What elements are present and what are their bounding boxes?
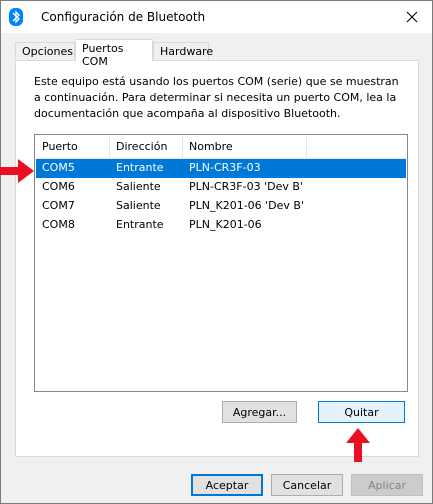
cell-nombre: PLN-CR3F-03 (189, 161, 261, 174)
com-ports-list[interactable]: Puerto Dirección Nombre COM5 Entrante PL… (34, 134, 408, 392)
cell-direccion: Saliente (116, 180, 161, 193)
arrow-up-annotation (346, 428, 370, 462)
column-header-puerto[interactable]: Puerto (42, 140, 78, 153)
cell-nombre: PLN-CR3F-03 'Dev B' (189, 180, 303, 193)
arrow-right-annotation (0, 159, 34, 183)
tab-hardware[interactable]: Hardware (153, 42, 213, 59)
close-button[interactable] (392, 1, 432, 33)
column-header-nombre[interactable]: Nombre (189, 140, 233, 153)
description-text: Este equipo está usando los puertos COM … (34, 75, 399, 120)
cell-puerto: COM6 (42, 180, 75, 193)
tab-puertos-com[interactable]: Puertos COM (75, 39, 153, 68)
cell-direccion: Entrante (116, 161, 164, 174)
cell-puerto: COM8 (42, 218, 75, 231)
cell-direccion: Saliente (116, 199, 161, 212)
ok-button[interactable]: Aceptar (191, 474, 263, 496)
tab-opciones[interactable]: Opciones (15, 42, 75, 59)
table-row[interactable]: COM7 Saliente PLN_K201-06 'Dev B' (36, 197, 406, 216)
column-divider[interactable] (306, 136, 307, 158)
cell-direccion: Entrante (116, 218, 164, 231)
cancel-button[interactable]: Cancelar (271, 474, 343, 496)
bluetooth-icon (9, 8, 23, 26)
close-icon (406, 11, 418, 23)
tab-panel: Este equipo está usando los puertos COM … (15, 60, 419, 457)
list-header: Puerto Dirección Nombre (36, 136, 406, 159)
column-header-direccion[interactable]: Dirección (116, 140, 167, 153)
table-row[interactable]: COM8 Entrante PLN_K201-06 (36, 216, 406, 235)
remove-button[interactable]: Quitar (318, 401, 405, 423)
cell-nombre: PLN_K201-06 (189, 218, 262, 231)
table-row[interactable]: COM6 Saliente PLN-CR3F-03 'Dev B' (36, 178, 406, 197)
title-bar[interactable]: Configuración de Bluetooth (1, 1, 432, 33)
cell-puerto: COM5 (42, 161, 75, 174)
table-row[interactable]: COM5 Entrante PLN-CR3F-03 (36, 159, 406, 178)
apply-button[interactable]: Aplicar (351, 474, 423, 496)
cell-nombre: PLN_K201-06 'Dev B' (189, 199, 305, 212)
window-title: Configuración de Bluetooth (41, 10, 206, 24)
column-divider[interactable] (109, 136, 110, 158)
add-button[interactable]: Agregar... (222, 401, 297, 423)
cell-puerto: COM7 (42, 199, 75, 212)
column-divider[interactable] (182, 136, 183, 158)
